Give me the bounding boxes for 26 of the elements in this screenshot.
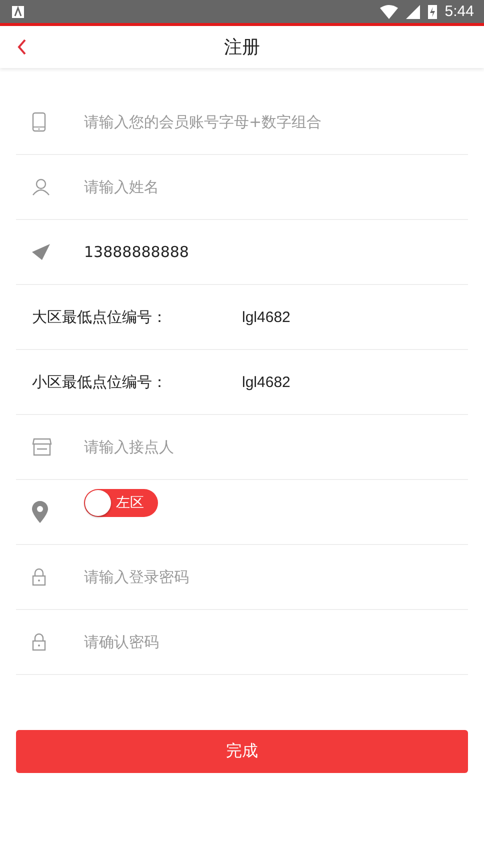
person-icon bbox=[32, 178, 50, 196]
input-field[interactable]: 请输入姓名 bbox=[84, 178, 468, 196]
signal-icon bbox=[406, 4, 420, 18]
page-title: 注册 bbox=[224, 36, 260, 59]
input-field[interactable]: 请确认密码 bbox=[84, 633, 468, 651]
field-value: lgl4682 bbox=[242, 374, 290, 390]
field-label: 小区最低点位编号： bbox=[31, 372, 168, 392]
back-icon bbox=[17, 38, 27, 56]
input-field[interactable]: 请输入接点人 bbox=[84, 438, 468, 456]
input-field[interactable]: 13888888888 bbox=[84, 243, 468, 261]
lock-icon bbox=[32, 633, 46, 651]
location-pin-icon bbox=[32, 501, 48, 523]
notification-icon bbox=[12, 6, 24, 18]
lock-icon bbox=[32, 568, 46, 586]
submit-button[interactable]: 完成 bbox=[16, 730, 468, 773]
input-field[interactable]: 请输入您的会员账号字母+数字组合 bbox=[84, 113, 468, 131]
store-icon bbox=[32, 438, 52, 456]
send-icon bbox=[32, 244, 50, 260]
phone-icon bbox=[32, 112, 46, 132]
battery-icon bbox=[428, 4, 437, 19]
wifi-icon bbox=[380, 4, 398, 18]
field-label: 大区最低点位编号： bbox=[31, 308, 168, 326]
toggle-switch[interactable]: 左区 bbox=[84, 489, 158, 517]
clock-time: 5:44 bbox=[444, 3, 474, 20]
input-field[interactable]: 请输入登录密码 bbox=[84, 568, 468, 586]
field-value: lgl4682 bbox=[242, 308, 290, 326]
